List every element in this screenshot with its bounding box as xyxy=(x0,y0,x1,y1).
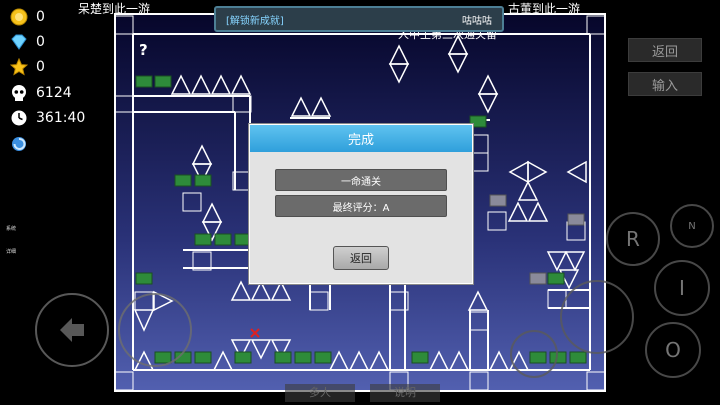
toast-achievement-name: 咕咕咕 xyxy=(462,15,492,27)
result-one-life: 一命通关 xyxy=(275,169,447,191)
hidden-question-mark: ? xyxy=(139,41,148,59)
hud-deaths: 6124 xyxy=(10,83,72,103)
completion-dialog: 完成 一命通关 最终评分：A 返回 xyxy=(249,124,473,284)
n-button[interactable]: N xyxy=(670,204,714,248)
play-time: 361:40 xyxy=(36,110,86,126)
graffiti-left: 呆楚到此一游 xyxy=(78,2,151,16)
achievement-toast: [解锁新成就] 咕咕咕 xyxy=(214,6,504,32)
small-ring-button[interactable] xyxy=(510,330,558,378)
multiplayer-tab[interactable]: 多人 xyxy=(285,384,355,402)
system-label[interactable]: 系统 xyxy=(6,225,16,232)
dialog-title: 完成 xyxy=(250,125,472,152)
skull-icon xyxy=(10,84,28,102)
graffiti-right: 古董到此一游 xyxy=(508,2,581,16)
help-tab[interactable]: 说明 xyxy=(370,384,440,402)
restart-button[interactable]: R xyxy=(606,212,660,266)
dialog-back-button[interactable]: 返回 xyxy=(333,246,389,270)
star-icon xyxy=(10,58,28,76)
input-side-button[interactable]: 输入 xyxy=(628,72,702,96)
diamond-icon xyxy=(10,33,28,51)
back-side-button[interactable]: 返回 xyxy=(628,38,702,62)
detail-label[interactable]: 详细 xyxy=(6,248,16,255)
coin-count: 0 xyxy=(36,9,45,25)
shoot-button[interactable]: O xyxy=(645,322,701,378)
star-count: 0 xyxy=(36,59,45,75)
hud-gems: 0 xyxy=(10,32,45,52)
gem-count: 0 xyxy=(36,34,45,50)
hud-time: 361:40 xyxy=(10,108,85,128)
hud-stars: 0 xyxy=(10,57,45,77)
hud-coins: 0 xyxy=(10,7,45,27)
analog-ring[interactable] xyxy=(560,280,634,354)
jump-button[interactable]: I xyxy=(654,260,710,316)
coin-icon xyxy=(10,8,28,26)
death-count: 6124 xyxy=(36,85,72,101)
hud-extra xyxy=(10,134,36,154)
toast-unlock-label: [解锁新成就] xyxy=(226,15,284,27)
clock-icon xyxy=(10,109,28,127)
swirl-icon xyxy=(10,135,28,153)
result-final-rating: 最终评分：A xyxy=(275,195,447,217)
